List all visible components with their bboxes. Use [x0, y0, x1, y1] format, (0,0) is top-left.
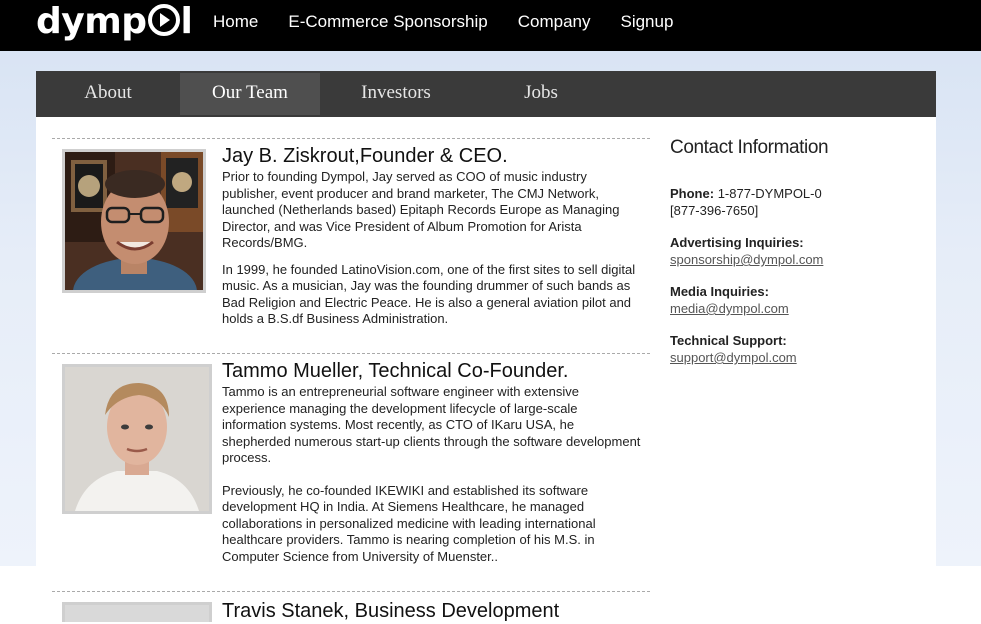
- advertising-label: Advertising Inquiries:: [670, 235, 804, 250]
- tab-about[interactable]: About: [38, 73, 178, 115]
- play-circle-icon: [147, 4, 180, 36]
- contact-information-panel: Contact Information Phone: 1-877-DYMPOL-…: [670, 135, 920, 381]
- logo-text: dymp: [36, 1, 147, 42]
- support-email-link[interactable]: support@dympol.com: [670, 350, 797, 365]
- support-label: Technical Support:: [670, 333, 787, 348]
- advertising-contact: Advertising Inquiries: sponsorship@dympo…: [670, 234, 920, 268]
- bio-paragraph: Prior to founding Dympol, Jay served as …: [222, 169, 620, 250]
- phone-contact: Phone: 1-877-DYMPOL-0 [877-396-7650]: [670, 185, 920, 219]
- bio-paragraph: Tammo is an entrepreneurial software eng…: [222, 384, 641, 465]
- bio-paragraph: Previously, he co-founded IKEWIKI and es…: [222, 482, 596, 564]
- media-label: Media Inquiries:: [670, 284, 769, 299]
- team-member-jay: Jay B. Ziskrout,Founder & CEO. Prior to …: [52, 138, 650, 353]
- team-member-travis: Travis Stanek, Business Development: [52, 591, 650, 622]
- logo-text-tail: l: [180, 1, 193, 42]
- media-contact: Media Inquiries: media@dympol.com: [670, 283, 920, 317]
- tab-our-team[interactable]: Our Team: [180, 73, 320, 115]
- top-navigation-bar: dymp l Home E-Commerce Sponsorship Compan…: [0, 0, 981, 51]
- tammo-mueller-photo: [62, 364, 212, 514]
- bio-paragraph: In 1999, he founded LatinoVision.com, on…: [222, 261, 636, 327]
- media-email-link[interactable]: media@dympol.com: [670, 301, 789, 316]
- team-member-tammo: Tammo Mueller, Technical Co-Founder. Tam…: [52, 353, 650, 591]
- travis-stanek-photo: [62, 602, 212, 622]
- member-name: Travis Stanek, Business Development: [222, 600, 560, 622]
- tab-investors[interactable]: Investors: [326, 73, 466, 115]
- phone-label: Phone:: [670, 186, 715, 201]
- member-name: Jay B. Ziskrout,Founder & CEO.: [222, 145, 508, 167]
- company-subnav: About Our Team Investors Jobs: [36, 71, 936, 117]
- sponsorship-email-link[interactable]: sponsorship@dympol.com: [670, 252, 823, 267]
- nav-company-link[interactable]: Company: [518, 11, 591, 33]
- content-panel: About Our Team Investors Jobs Jay B. Zis…: [36, 71, 936, 622]
- contact-title: Contact Information: [670, 137, 829, 158]
- tab-jobs[interactable]: Jobs: [471, 73, 611, 115]
- jay-ziskrout-photo: [62, 149, 206, 293]
- phone-number: 1-877-DYMPOL-0: [717, 186, 822, 201]
- tammo-bio: Tammo Mueller, Technical Co-Founder. Tam…: [222, 358, 644, 581]
- team-list: Jay B. Ziskrout,Founder & CEO. Prior to …: [52, 138, 650, 622]
- nav-ecommerce-sponsorship-link[interactable]: E-Commerce Sponsorship: [288, 11, 487, 33]
- travis-bio: Travis Stanek, Business Development: [222, 596, 644, 622]
- jay-bio: Jay B. Ziskrout,Founder & CEO. Prior to …: [222, 143, 644, 338]
- support-contact: Technical Support: support@dympol.com: [670, 332, 920, 366]
- main-nav: Home E-Commerce Sponsorship Company Sign…: [213, 11, 703, 33]
- dympol-logo[interactable]: dymp l: [36, 1, 193, 42]
- phone-number-alt: [877-396-7650]: [670, 203, 759, 218]
- nav-home-link[interactable]: Home: [213, 11, 258, 33]
- nav-signup-link[interactable]: Signup: [620, 11, 673, 33]
- member-name: Tammo Mueller, Technical Co-Founder.: [222, 360, 569, 382]
